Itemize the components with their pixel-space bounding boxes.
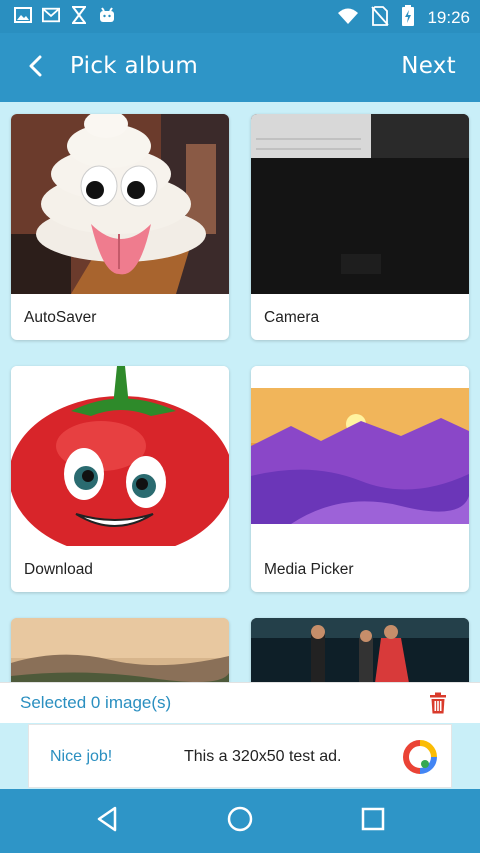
page-title: Pick album — [70, 53, 199, 79]
ad-logo-icon — [403, 740, 437, 774]
album-card-media-picker[interactable]: Media Picker — [251, 366, 469, 592]
status-bar: 19:26 — [0, 0, 480, 33]
status-left-icons — [14, 6, 116, 24]
album-name: Camera — [264, 309, 320, 326]
album-thumbnail — [11, 366, 229, 546]
album-thumbnail — [251, 618, 469, 682]
recents-nav-button[interactable] — [357, 805, 389, 837]
status-time: 19:26 — [427, 8, 470, 27]
album-thumbnail — [11, 114, 229, 294]
recents-square-icon — [361, 807, 385, 835]
ad-text: This a 320x50 test ad. — [184, 748, 342, 765]
home-circle-icon — [227, 806, 253, 836]
ad-banner[interactable]: Nice job! This a 320x50 test ad. — [28, 724, 452, 788]
selection-bar: Selected 0 image(s) — [0, 682, 480, 723]
album-thumbnail — [11, 618, 229, 682]
album-card-camera[interactable]: Camera — [251, 114, 469, 340]
back-arrow-icon — [27, 55, 43, 81]
no-sim-icon — [371, 6, 390, 30]
gmail-icon — [42, 6, 60, 24]
status-right-icons: 19:26 — [337, 5, 470, 31]
album-card-download[interactable]: Download — [11, 366, 229, 592]
delete-button[interactable] — [428, 692, 450, 716]
album-name: AutoSaver — [24, 309, 97, 326]
album-grid: AutoSaver Camera Download Media Picker — [0, 102, 480, 682]
android-icon — [98, 6, 116, 24]
next-button[interactable]: Next — [401, 53, 456, 79]
album-card-autosaver[interactable]: AutoSaver — [11, 114, 229, 340]
album-card[interactable] — [251, 618, 469, 682]
trash-icon — [428, 692, 448, 718]
back-nav-button[interactable] — [91, 805, 123, 837]
album-name: Media Picker — [264, 561, 354, 578]
battery-charging-icon — [401, 5, 415, 31]
album-card[interactable] — [11, 618, 229, 682]
back-button[interactable] — [18, 51, 52, 85]
album-name: Download — [24, 561, 93, 578]
home-nav-button[interactable] — [224, 805, 256, 837]
image-icon — [14, 6, 32, 24]
hourglass-icon — [70, 6, 88, 24]
album-thumbnail — [251, 366, 469, 546]
ad-area: Nice job! This a 320x50 test ad. — [0, 723, 480, 789]
system-nav-bar — [0, 789, 480, 853]
app-bar: Pick album Next — [0, 33, 480, 102]
selection-count: Selected 0 image(s) — [20, 693, 172, 712]
album-thumbnail — [251, 114, 469, 294]
ad-headline: Nice job! — [50, 748, 113, 765]
back-triangle-icon — [95, 806, 119, 836]
wifi-icon — [337, 7, 359, 29]
